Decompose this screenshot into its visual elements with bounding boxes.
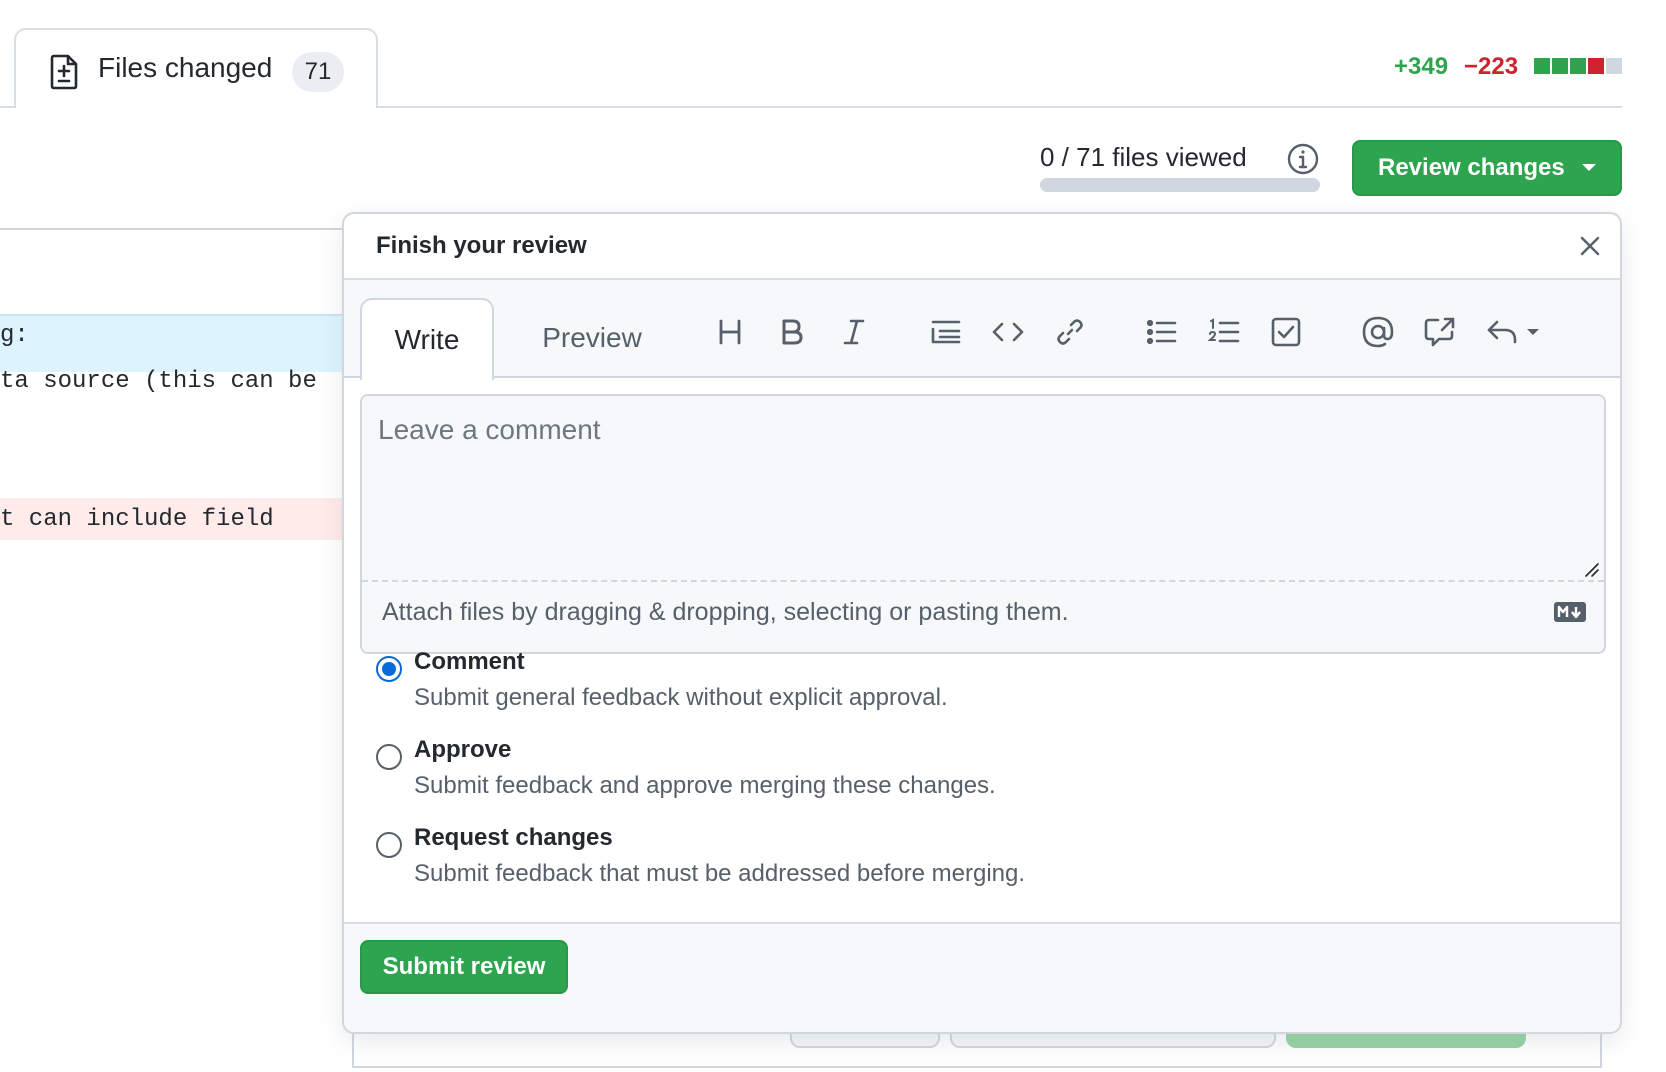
tab-files-changed-label: Files changed <box>98 52 273 83</box>
option-description: Submit feedback and approve merging thes… <box>414 772 996 799</box>
editor-toolbar: Write Preview <box>344 280 1620 380</box>
comment-textarea[interactable] <box>362 396 1604 582</box>
reply-icon[interactable] <box>1484 312 1544 352</box>
tab-write[interactable]: Write <box>360 298 494 380</box>
code-icon[interactable] <box>988 312 1028 352</box>
finish-review-panel: Finish your review Write Preview Leave a… <box>342 212 1622 1034</box>
code-line: g: <box>0 322 29 349</box>
markdown-icon[interactable] <box>1554 602 1586 622</box>
diffstat-block <box>1588 58 1604 74</box>
italic-icon[interactable] <box>834 312 874 352</box>
resize-grip-icon[interactable] <box>1584 562 1600 578</box>
diffstat-block <box>1606 58 1622 74</box>
option-description: Submit feedback that must be addressed b… <box>414 860 1026 887</box>
task-list-icon[interactable] <box>1266 312 1306 352</box>
diffstat-blocks <box>1534 58 1622 74</box>
bold-icon[interactable] <box>772 312 812 352</box>
approve-radio[interactable] <box>376 744 402 770</box>
option-title: Comment <box>414 648 525 675</box>
comment-radio[interactable] <box>376 656 402 682</box>
cross-reference-icon[interactable] <box>1420 312 1460 352</box>
option-title: Request changes <box>414 824 613 851</box>
heading-icon[interactable] <box>710 312 750 352</box>
diffstat-additions: +349 <box>1394 53 1449 80</box>
diffstat-deletions: −223 <box>1464 53 1519 80</box>
review-panel-footer: Submit review <box>344 922 1620 1032</box>
request-changes-radio[interactable] <box>376 832 402 858</box>
mention-icon[interactable] <box>1358 312 1398 352</box>
files-viewed-progress <box>1040 178 1320 192</box>
option-description: Submit general feedback without explicit… <box>414 684 948 711</box>
diff-header-divider <box>0 228 350 230</box>
code-line: t can include field <box>0 506 274 533</box>
diff-hunk-row <box>0 314 350 372</box>
comment-editor: Attach files by dragging & dropping, sel… <box>360 394 1606 654</box>
attach-files-hint[interactable]: Attach files by dragging & dropping, sel… <box>382 598 1069 627</box>
caret-down-icon <box>1581 163 1597 173</box>
review-changes-button[interactable]: Review changes <box>1352 140 1622 196</box>
option-title: Approve <box>414 736 512 763</box>
code-line: ta source (this can be <box>0 368 317 395</box>
files-viewed-label: 0 / 71 files viewed <box>1040 142 1247 172</box>
submit-review-button[interactable]: Submit review <box>360 940 568 994</box>
tab-preview[interactable]: Preview <box>512 298 672 378</box>
file-diff-icon <box>48 54 80 90</box>
close-icon[interactable] <box>1578 234 1602 258</box>
unordered-list-icon[interactable] <box>1142 312 1182 352</box>
review-changes-label: Review changes <box>1378 154 1565 181</box>
review-option-approve[interactable]: Approve Submit feedback and approve merg… <box>376 736 1576 820</box>
diffstat-block <box>1570 58 1586 74</box>
diffstat-block <box>1552 58 1568 74</box>
review-panel-title: Finish your review <box>376 232 587 259</box>
files-changed-count-badge: 71 <box>292 52 344 92</box>
quote-icon[interactable] <box>926 312 966 352</box>
diffstat-block <box>1534 58 1550 74</box>
ordered-list-icon[interactable] <box>1204 312 1244 352</box>
review-option-comment[interactable]: Comment Submit general feedback without … <box>376 648 1576 732</box>
review-panel-header: Finish your review <box>344 214 1620 280</box>
info-icon[interactable] <box>1286 142 1320 176</box>
review-option-request-changes[interactable]: Request changes Submit feedback that mus… <box>376 824 1576 908</box>
link-icon[interactable] <box>1050 312 1090 352</box>
tab-files-changed[interactable]: Files changed 71 <box>14 28 378 108</box>
